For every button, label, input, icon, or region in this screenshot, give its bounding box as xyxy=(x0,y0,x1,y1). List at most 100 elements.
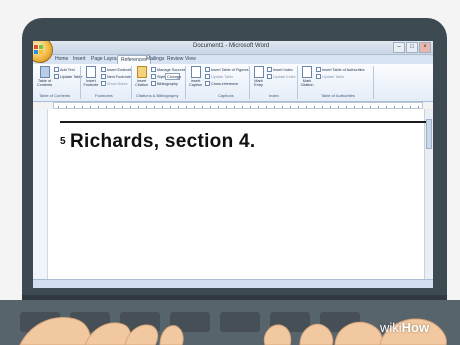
add-text-icon xyxy=(54,67,59,72)
ruler-tick xyxy=(290,106,291,108)
tab-view[interactable]: View xyxy=(185,56,196,62)
group-divider xyxy=(297,66,298,99)
refresh-icon xyxy=(267,74,272,79)
ruler-tick xyxy=(410,106,411,108)
caption-icon xyxy=(190,66,201,78)
ruler-tick xyxy=(234,106,235,108)
ruler-tick xyxy=(170,106,171,108)
ruler-tick xyxy=(362,106,363,108)
scrollbar-thumb[interactable] xyxy=(426,119,432,149)
ruler-tick xyxy=(154,106,155,108)
ruler-tick xyxy=(282,106,283,108)
table-of-contents-button[interactable]: Table of Contents xyxy=(37,66,52,87)
ruler-tick xyxy=(98,106,99,108)
insert-index-button[interactable]: Insert Index xyxy=(267,67,293,72)
window-title: Document1 - Microsoft Word xyxy=(193,43,270,49)
table-of-figures-icon xyxy=(205,67,210,72)
table-of-authorities-icon xyxy=(316,67,321,72)
tab-page-layout[interactable]: Page Layout xyxy=(91,56,119,62)
insert-index-icon xyxy=(267,67,272,72)
office-logo-icon xyxy=(34,45,43,54)
ruler-tick xyxy=(338,106,339,108)
style-icon xyxy=(151,74,156,79)
cross-reference-icon xyxy=(205,81,210,86)
ruler-tick xyxy=(138,106,139,108)
update-index-button[interactable]: Update Index xyxy=(267,74,296,79)
ruler-tick xyxy=(210,106,211,108)
table-of-contents-icon xyxy=(39,66,50,78)
ruler-tick xyxy=(130,106,131,108)
footnote-icon xyxy=(86,66,96,78)
citation-style-select[interactable]: Chicago xyxy=(165,73,181,80)
ruler-tick xyxy=(122,106,123,108)
update-table-button[interactable]: Update Table xyxy=(54,74,82,79)
tab-mailings[interactable]: Mailings xyxy=(146,56,164,62)
mark-citation-button[interactable]: Mark Citation xyxy=(300,66,314,87)
insert-citation-button[interactable]: Insert Citation xyxy=(134,66,149,87)
insert-footnote-button[interactable]: Insert Footnote xyxy=(83,66,99,87)
tab-insert[interactable]: Insert xyxy=(73,56,86,62)
endnote-icon xyxy=(101,67,106,72)
cross-reference-button[interactable]: Cross-reference xyxy=(205,81,238,86)
maximize-button[interactable]: □ xyxy=(406,42,418,53)
status-bar xyxy=(33,279,433,288)
mark-entry-button[interactable]: Mark Entry xyxy=(252,66,265,87)
refresh-icon xyxy=(54,74,59,79)
group-label-captions: Captions xyxy=(218,93,234,98)
ruler-tick xyxy=(306,106,307,108)
group-label-authorities: Table of Authorities xyxy=(321,93,355,98)
refresh-icon xyxy=(205,74,210,79)
ruler-tick xyxy=(162,106,163,108)
mark-entry-icon xyxy=(253,66,264,78)
ruler-tick xyxy=(394,106,395,108)
ruler-tick xyxy=(250,106,251,108)
update-table-authorities-button[interactable]: Update Table xyxy=(316,74,344,79)
ruler-tick xyxy=(202,106,203,108)
manage-sources-button[interactable]: Manage Sources xyxy=(151,67,186,72)
insert-caption-button[interactable]: Insert Caption xyxy=(188,66,203,87)
close-button[interactable]: × xyxy=(419,42,431,53)
show-notes-button[interactable]: Show Notes xyxy=(101,81,127,86)
group-divider xyxy=(249,66,250,99)
wikihow-watermark: wikiHow xyxy=(380,320,430,335)
ruler-tick xyxy=(418,106,419,108)
bibliography-icon xyxy=(151,81,156,86)
citation-icon xyxy=(136,66,147,78)
group-label-index: Index xyxy=(269,93,279,98)
update-table-figures-button[interactable]: Update Table xyxy=(205,74,233,79)
ruler-tick xyxy=(114,106,115,108)
footnote-text[interactable]: Richards, section 4. xyxy=(70,131,256,153)
ruler-tick xyxy=(74,106,75,108)
ruler-tick xyxy=(386,106,387,108)
tab-home[interactable]: Home xyxy=(55,56,68,62)
vertical-scrollbar[interactable] xyxy=(424,109,433,287)
show-notes-icon xyxy=(101,81,106,86)
minimize-button[interactable]: – xyxy=(393,42,405,53)
ruler-tick xyxy=(194,106,195,108)
vertical-ruler xyxy=(33,109,48,287)
insert-table-of-figures-button[interactable]: Insert Table of Figures xyxy=(205,67,249,72)
insert-table-of-authorities-button[interactable]: Insert Table of Authorities xyxy=(316,67,365,72)
tab-review[interactable]: Review xyxy=(167,56,183,62)
insert-endnote-button[interactable]: Insert Endnote xyxy=(101,67,132,72)
refresh-icon xyxy=(316,74,321,79)
ruler-tick xyxy=(218,106,219,108)
horizontal-ruler[interactable] xyxy=(53,102,423,109)
ruler-tick xyxy=(66,106,67,108)
footnote-separator xyxy=(60,121,426,123)
stage: Document1 - Microsoft Word – □ × Home In… xyxy=(0,0,460,345)
ribbon: Table of Contents Add Text Update Table … xyxy=(33,64,433,102)
ruler-tick xyxy=(226,106,227,108)
mark-citation-icon xyxy=(302,66,312,78)
title-bar: Document1 - Microsoft Word – □ × xyxy=(33,41,433,55)
add-text-button[interactable]: Add Text xyxy=(54,67,75,72)
ruler-tick xyxy=(146,106,147,108)
ruler-tick xyxy=(242,106,243,108)
ruler-tick xyxy=(402,106,403,108)
hands-illustration xyxy=(19,316,447,345)
ruler-tick xyxy=(90,106,91,108)
ruler-tick xyxy=(298,106,299,108)
next-footnote-button[interactable]: Next Footnote xyxy=(101,74,131,79)
bibliography-button[interactable]: Bibliography xyxy=(151,81,178,86)
group-label-citations: Citations & Bibliography xyxy=(136,93,179,98)
